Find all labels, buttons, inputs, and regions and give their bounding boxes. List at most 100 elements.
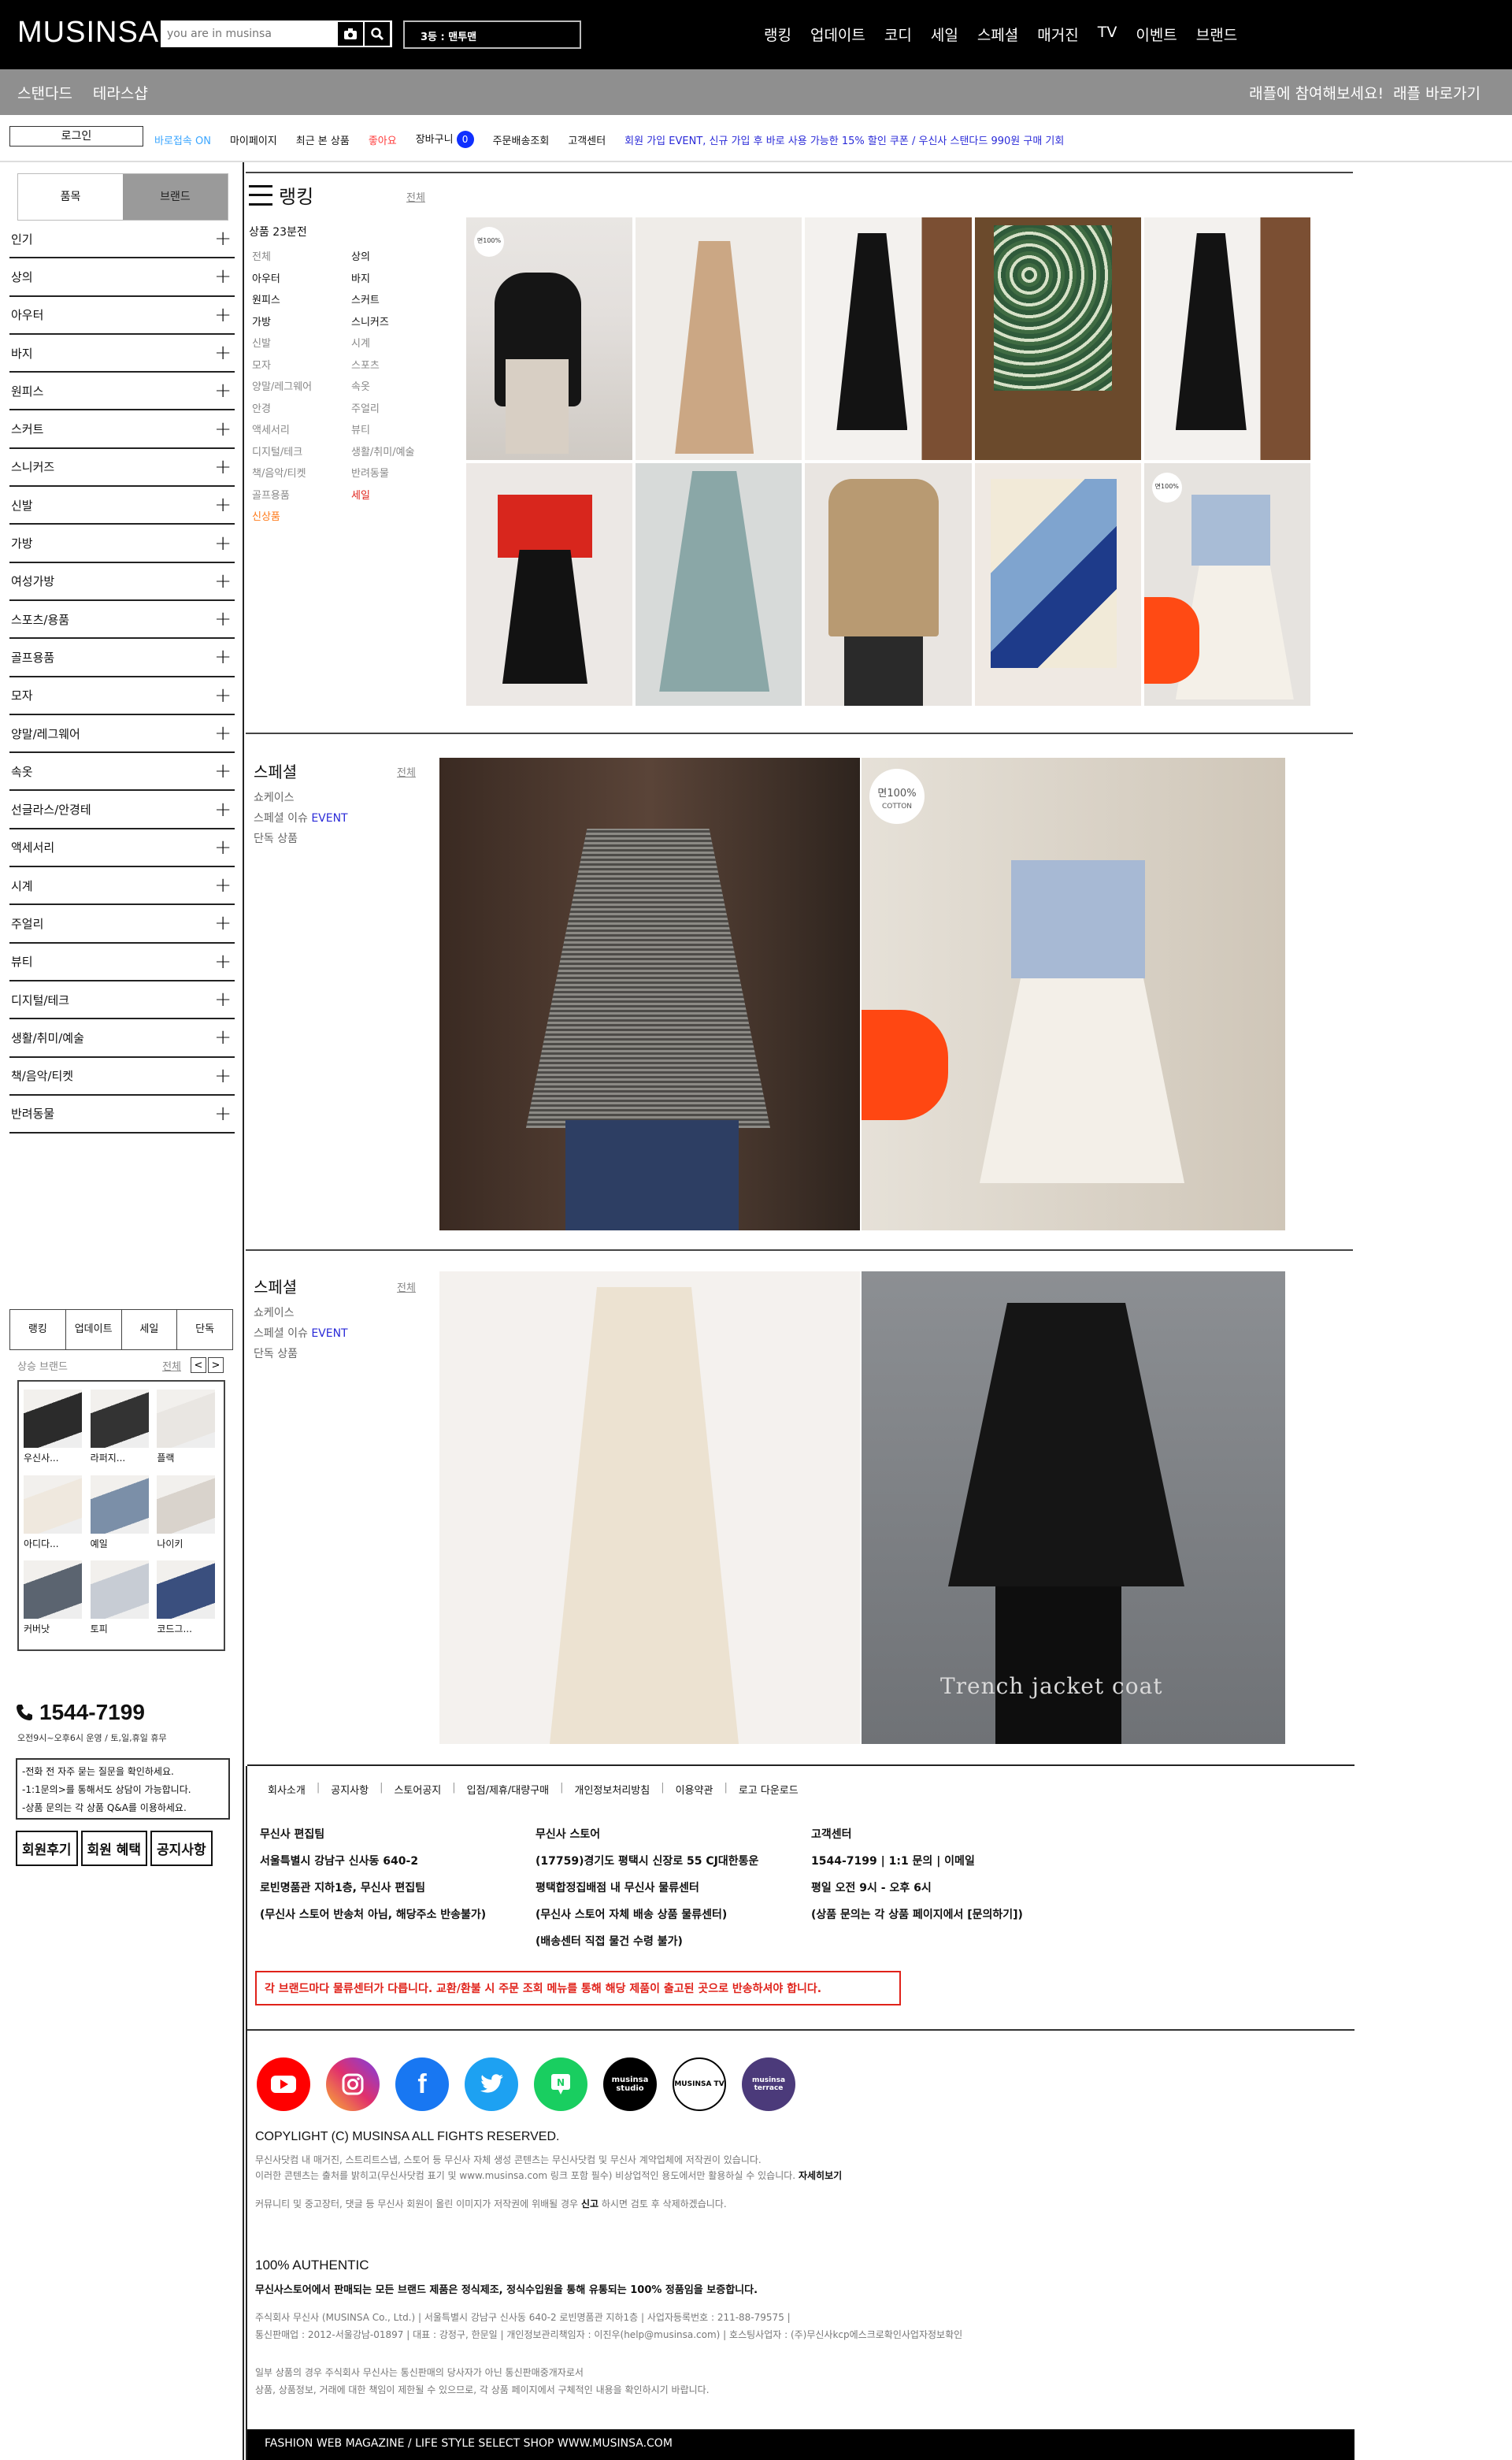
sidebar-category-item[interactable]: 책/음악/티켓 + bbox=[9, 1058, 235, 1096]
mini-tab-update[interactable]: 업데이트 bbox=[66, 1310, 122, 1349]
plus-icon[interactable]: + bbox=[214, 1027, 232, 1048]
product-image[interactable] bbox=[466, 463, 633, 706]
realtime-rank-box[interactable]: 3등 : 맨투맨 bbox=[403, 20, 581, 49]
camera-search-button[interactable] bbox=[338, 22, 363, 46]
raffle-link[interactable]: 래플 바로가기 bbox=[1393, 82, 1480, 103]
notice-button[interactable]: 공지사항 bbox=[150, 1831, 213, 1866]
search-input[interactable] bbox=[162, 22, 337, 46]
musinsa-logo[interactable]: MUSINSA bbox=[17, 16, 159, 50]
sidebar-category-item[interactable]: 양말/레그웨어 + bbox=[9, 715, 235, 754]
ranking-category-link[interactable]: 스커트 bbox=[351, 291, 446, 306]
musinsa-studio-icon[interactable]: musinsa studio bbox=[603, 2057, 657, 2111]
plus-icon[interactable]: + bbox=[214, 457, 232, 477]
mypage-link[interactable]: 마이페이지 bbox=[230, 132, 277, 147]
ranking-category-link[interactable]: 속옷 bbox=[351, 378, 446, 393]
footer-link[interactable]: 회사소개 bbox=[268, 1782, 306, 1797]
ranking-category-link[interactable]: 생활/취미/예술 bbox=[351, 443, 446, 458]
sidebar-category-item[interactable]: 뷰티 + bbox=[9, 944, 235, 981]
footer-link[interactable]: 이용약관 bbox=[676, 1782, 713, 1797]
ranking-category-link[interactable] bbox=[351, 508, 446, 523]
special1-image-left[interactable] bbox=[439, 758, 860, 1230]
ranking-category-link[interactable]: 책/음악/티켓 bbox=[252, 465, 351, 480]
plus-icon[interactable]: + bbox=[214, 1104, 232, 1124]
search-button[interactable] bbox=[365, 22, 390, 46]
sidebar-category-item[interactable]: 디지털/테크 + bbox=[9, 981, 235, 1020]
sidebar-category-item[interactable]: 골프용품 + bbox=[9, 639, 235, 677]
sidebar-category-item[interactable]: 반려동물 + bbox=[9, 1096, 235, 1134]
plus-icon[interactable]: + bbox=[214, 685, 232, 706]
facebook-icon[interactable]: f bbox=[395, 2057, 449, 2111]
plus-icon[interactable]: + bbox=[214, 723, 232, 744]
plus-icon[interactable]: + bbox=[214, 343, 232, 363]
plus-icon[interactable]: + bbox=[214, 647, 232, 667]
report-link[interactable]: 신고 bbox=[581, 2198, 598, 2210]
special1-image-right[interactable]: 면100% COTTON bbox=[862, 758, 1285, 1230]
details-link[interactable]: 자세히보기 bbox=[799, 2170, 842, 2181]
ranking-category-link[interactable]: 전체 bbox=[252, 248, 351, 263]
nav-ranking[interactable]: 랭킹 bbox=[764, 24, 791, 45]
next-arrow-icon[interactable]: > bbox=[208, 1357, 224, 1373]
sidebar-category-item[interactable]: 스커트 + bbox=[9, 410, 235, 449]
sidebar-category-item[interactable]: 신발 + bbox=[9, 487, 235, 525]
sidebar-category-item[interactable]: 모자 + bbox=[9, 677, 235, 715]
tab-category[interactable]: 품목 bbox=[18, 174, 123, 220]
mini-tab-exclusive[interactable]: 단독 bbox=[177, 1310, 232, 1349]
ranking-category-link[interactable]: 양말/레그웨어 bbox=[252, 378, 351, 393]
special1-all-link[interactable]: 전체 bbox=[397, 764, 416, 779]
product-image[interactable] bbox=[974, 217, 1141, 460]
plus-icon[interactable]: + bbox=[214, 533, 232, 554]
ranking-category-link[interactable]: 디지털/테크 bbox=[252, 443, 351, 458]
plus-icon[interactable]: + bbox=[214, 380, 232, 401]
plus-icon[interactable]: + bbox=[214, 419, 232, 440]
product-image[interactable]: 면100% bbox=[1143, 463, 1310, 706]
signup-promo-link[interactable]: 회원 가입 EVENT, 신규 가입 후 바로 사용 가능한 15% 할인 쿠폰… bbox=[624, 132, 1064, 147]
help-line-2[interactable]: -1:1문의>를 통해서도 상담이 가능합니다. bbox=[22, 1781, 224, 1799]
youtube-icon[interactable] bbox=[257, 2057, 310, 2111]
nav-coordi[interactable]: 코디 bbox=[884, 24, 912, 45]
nav-sale[interactable]: 세일 bbox=[931, 24, 958, 45]
nav-event[interactable]: 이벤트 bbox=[1136, 24, 1177, 45]
nav-magazine[interactable]: 매거진 bbox=[1037, 24, 1078, 45]
rising-brand-item[interactable]: 아디다... bbox=[24, 1475, 86, 1557]
sidebar-category-item[interactable]: 아우터 + bbox=[9, 297, 235, 335]
ranking-category-link[interactable]: 세일 bbox=[351, 487, 446, 502]
product-image[interactable]: 면100% bbox=[466, 217, 633, 460]
footer-link[interactable]: 입점/제휴/대량구매 bbox=[467, 1782, 549, 1797]
rising-brand-item[interactable]: 플랙 bbox=[157, 1390, 219, 1471]
customer-center-link[interactable]: 고객센터 bbox=[568, 132, 606, 147]
footer-link[interactable]: 개인정보처리방침 bbox=[575, 1782, 650, 1797]
terrace-shop-link[interactable]: 테라스샵 bbox=[93, 82, 148, 103]
plus-icon[interactable]: + bbox=[214, 305, 232, 325]
sidebar-category-item[interactable]: 인기 + bbox=[9, 221, 235, 259]
sidebar-category-item[interactable]: 속옷 + bbox=[9, 753, 235, 792]
ranking-category-link[interactable]: 상의 bbox=[351, 248, 446, 263]
special1-issue[interactable]: 스페셜 이슈 EVENT bbox=[254, 808, 348, 829]
product-image[interactable] bbox=[636, 463, 802, 706]
special2-image-left[interactable] bbox=[439, 1271, 860, 1744]
plus-icon[interactable]: + bbox=[214, 1066, 232, 1086]
ranking-category-link[interactable]: 반려동물 bbox=[351, 465, 446, 480]
ranking-category-link[interactable]: 모자 bbox=[252, 357, 351, 372]
ranking-category-link[interactable]: 시계 bbox=[351, 335, 446, 350]
ranking-category-link[interactable]: 골프용품 bbox=[252, 487, 351, 502]
plus-icon[interactable]: + bbox=[214, 495, 232, 515]
product-image[interactable] bbox=[805, 463, 972, 706]
mini-tab-ranking[interactable]: 랭킹 bbox=[10, 1310, 66, 1349]
sidebar-category-item[interactable]: 시계 + bbox=[9, 867, 235, 906]
sidebar-category-item[interactable]: 가방 + bbox=[9, 525, 235, 563]
footer-link[interactable]: 로고 다운로드 bbox=[739, 1782, 799, 1797]
mini-tab-sale[interactable]: 세일 bbox=[122, 1310, 178, 1349]
special1-exclusive[interactable]: 단독 상품 bbox=[254, 829, 348, 849]
special2-image-right[interactable]: Trench jacket coat bbox=[862, 1271, 1285, 1744]
ranking-category-link[interactable]: 스니커즈 bbox=[351, 314, 446, 328]
nav-special[interactable]: 스페셜 bbox=[977, 24, 1018, 45]
ranking-all-link[interactable]: 전체 bbox=[406, 189, 425, 204]
standard-link[interactable]: 스탠다드 bbox=[17, 82, 72, 103]
plus-icon[interactable]: + bbox=[214, 571, 232, 592]
sidebar-category-item[interactable]: 바지 + bbox=[9, 335, 235, 373]
footer-link[interactable]: 공지사항 bbox=[331, 1782, 369, 1797]
product-image[interactable] bbox=[1143, 217, 1310, 460]
sidebar-category-item[interactable]: 선글라스/안경테 + bbox=[9, 791, 235, 829]
sidebar-category-item[interactable]: 상의 + bbox=[9, 258, 235, 297]
plus-icon[interactable]: + bbox=[214, 913, 232, 933]
